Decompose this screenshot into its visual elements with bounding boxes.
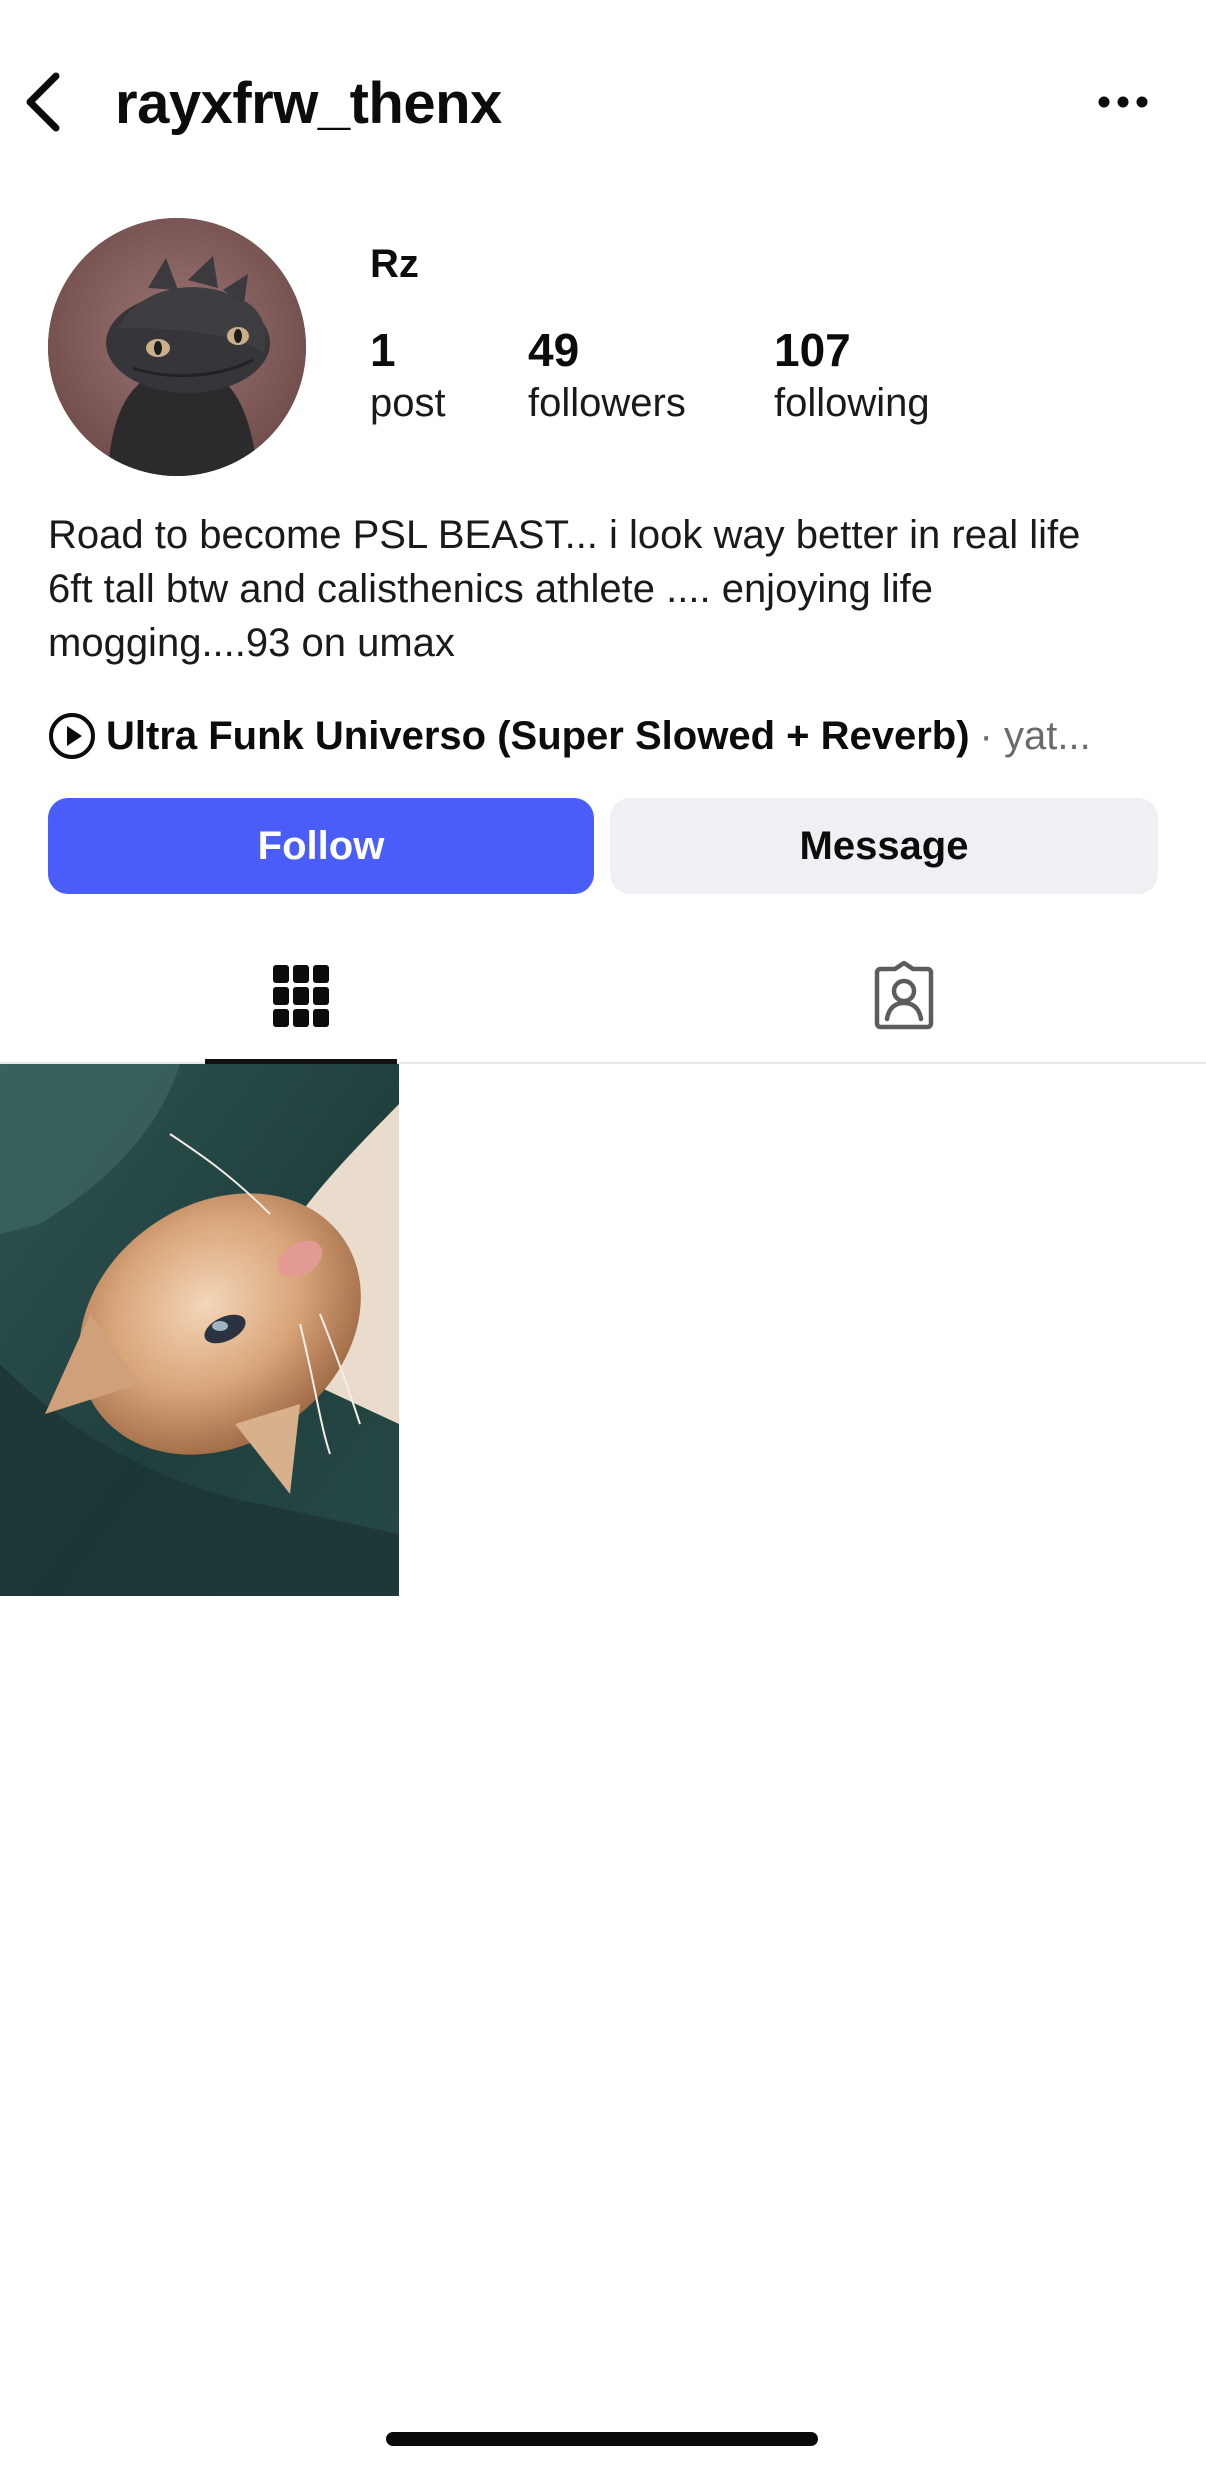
post-image [0, 1064, 399, 1596]
home-indicator [386, 2432, 818, 2446]
tagged-person-icon [874, 961, 934, 1030]
profile-music[interactable]: Ultra Funk Universo (Super Slowed + Reve… [48, 708, 1168, 764]
music-artist: · yat... [979, 713, 1091, 758]
more-options-button[interactable] [1090, 78, 1156, 126]
profile-tabs [0, 930, 1206, 1064]
stat-followers-value: 49 [528, 324, 580, 376]
profile-username: rayxfrw_thenx [115, 71, 502, 136]
stat-posts-value: 1 [370, 324, 396, 376]
stat-posts[interactable]: 1 post [370, 322, 446, 428]
follow-button[interactable]: Follow [48, 798, 594, 894]
grid-icon [273, 965, 329, 1027]
stat-following[interactable]: 107 following [774, 322, 930, 428]
more-horizontal-icon [1098, 96, 1148, 108]
profile-header: rayxfrw_thenx [0, 0, 1206, 200]
tab-tagged[interactable] [808, 930, 1000, 1062]
profile-display-name: Rz [370, 242, 419, 286]
profile-avatar[interactable] [48, 218, 306, 476]
tab-posts-grid[interactable] [205, 930, 397, 1064]
stat-following-label: following [774, 381, 930, 425]
stat-following-value: 107 [774, 324, 851, 376]
stat-posts-label: post [370, 381, 446, 425]
profile-bio: Road to become PSL BEAST... i look way b… [48, 513, 1081, 665]
message-button[interactable]: Message [610, 798, 1158, 894]
back-button[interactable] [14, 64, 74, 140]
stat-followers[interactable]: 49 followers [528, 322, 686, 428]
music-title: Ultra Funk Universo (Super Slowed + Reve… [106, 713, 970, 758]
post-thumbnail[interactable] [0, 1064, 399, 1596]
avatar-image [48, 218, 306, 476]
play-circle-icon [49, 713, 95, 759]
stat-followers-label: followers [528, 381, 686, 425]
chevron-left-icon [26, 72, 60, 132]
